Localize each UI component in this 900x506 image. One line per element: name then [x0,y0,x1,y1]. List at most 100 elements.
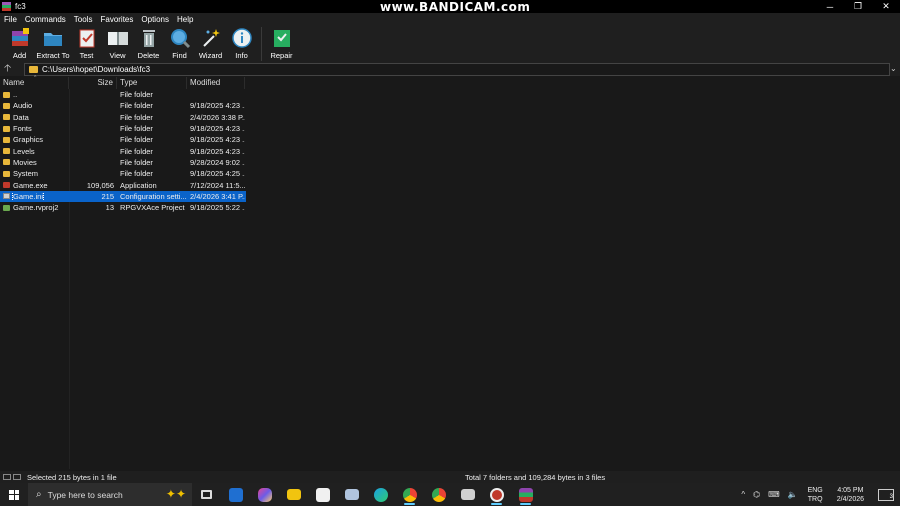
system-tray: ^ ⌬ ⌨ 🔈 ENG TRQ 4:05 PM 2/4/2026 3 [737,483,900,506]
file-name: Graphics [13,135,44,145]
add-archive-icon [11,28,29,46]
magnifier-icon [170,29,190,49]
up-arrow-icon[interactable]: 🡡 [4,64,18,75]
file-row[interactable]: System File folder 9/18/2025 4:25 ... [0,168,246,179]
chrome-button[interactable] [395,483,424,506]
taskbar-search[interactable]: ⌕ Type here to search ✦✦ [28,483,192,506]
find-button[interactable]: Find [164,25,195,62]
bandicam-button[interactable] [482,483,511,506]
column-size[interactable]: Size [69,77,117,89]
file-type: File folder [120,169,153,179]
start-button[interactable] [0,483,28,506]
file-modified: 2/4/2026 3:38 P... [190,112,245,122]
menu-file[interactable]: File [0,15,21,24]
file-row[interactable]: Graphics File folder 9/18/2025 4:23 ... [0,134,246,145]
file-row[interactable]: Movies File folder 9/28/2024 9:02 ... [0,157,246,168]
wizard-button[interactable]: Wizard [195,25,226,62]
file-type: File folder [120,90,153,100]
monitor-app-button[interactable] [337,483,366,506]
volume-icon[interactable]: 🔈 [788,490,798,499]
network-icon[interactable]: ⌬ [753,490,760,499]
exe-file-icon [3,182,10,189]
minimize-button[interactable]: ─ [816,0,844,13]
maximize-button[interactable]: ❐ [844,0,872,13]
mail-button[interactable] [221,483,250,506]
file-name: Game.ini [11,191,45,201]
file-size: 109,056 [86,180,114,190]
task-view-button[interactable] [192,483,221,506]
test-label: Test [79,51,94,60]
file-name: Game.rvproj2 [13,203,59,213]
monitor-app-icon [344,489,359,500]
chrome-button-2[interactable] [424,483,453,506]
task-view-icon [201,490,212,499]
file-row[interactable]: Game.ini 215 Configuration setti... 2/4/202… [0,190,246,202]
menu-options[interactable]: Options [137,15,173,24]
info-button[interactable]: Info [226,25,257,62]
view-button[interactable]: View [102,25,133,62]
search-icon: ⌕ [36,489,42,500]
ini-file-icon [3,193,10,200]
repair-button[interactable]: Repair [266,25,297,62]
edge-button[interactable] [366,483,395,506]
winrar-button[interactable] [511,483,540,506]
clock[interactable]: 4:05 PM 2/4/2026 [837,486,864,504]
file-type: Configuration setti... [120,191,187,201]
test-button[interactable]: Test [71,25,102,62]
file-name-cell: Fonts [0,124,69,133]
copilot-button[interactable] [250,483,279,506]
extract-to-button[interactable]: Extract To [35,25,71,62]
chevron-down-icon[interactable]: ⌄ [890,64,900,75]
file-row[interactable]: Data File folder 2/4/2026 3:38 P... [0,112,246,123]
menu-help[interactable]: Help [173,15,197,24]
file-name: Levels [13,146,35,156]
sort-arrow-icon: ^ [34,75,37,81]
title-bar: fc3 www.BANDICAM.com ─ ❐ ✕ [0,0,900,14]
chrome-icon [431,487,446,502]
folder-icon [3,159,10,166]
file-size: 215 [101,191,114,201]
lock-icon [13,474,21,480]
keyboard-icon[interactable]: ⌨ [768,490,780,499]
path-field[interactable]: C:\Users\hopet\Downloads\fc3 [24,63,890,76]
file-row[interactable]: Fonts File folder 9/18/2025 4:23 ... [0,123,246,134]
clock-date: 2/4/2026 [836,495,864,503]
file-row[interactable]: Game.exe 109,056 Application 7/12/2024 11:5… [0,179,246,190]
status-total: Total 7 folders and 109,284 bytes in 3 f… [465,472,606,482]
folder-icon [3,136,10,143]
file-row[interactable]: Game.rvproj2 13 RPGVXAce Project 9/18/2025 … [0,202,246,213]
project-file-icon [3,204,10,211]
menu-commands[interactable]: Commands [21,15,70,24]
menu-tools[interactable]: Tools [70,15,97,24]
search-highlight-icon: ✦✦ [165,487,186,501]
file-name-cell: Audio [0,101,69,110]
store-button[interactable] [308,483,337,506]
file-row[interactable]: Audio File folder 9/18/2025 4:23 ... [0,100,246,111]
file-row[interactable]: .. File folder [0,89,246,100]
file-type: Application [120,180,157,190]
menu-favorites[interactable]: Favorites [96,15,137,24]
file-name-cell: System [0,169,69,178]
mail-icon [228,487,243,502]
folder-icon [3,125,10,132]
info-icon [231,28,252,48]
file-row[interactable]: Levels File folder 9/18/2025 4:23 ... [0,145,246,156]
copilot-icon [257,487,272,502]
file-explorer-button[interactable] [279,483,308,506]
delete-button[interactable]: Delete [133,25,164,62]
close-button[interactable]: ✕ [872,0,900,13]
column-modified[interactable]: Modified [187,77,245,89]
path-text: C:\Users\hopet\Downloads\fc3 [42,65,151,74]
window-controls: ─ ❐ ✕ [816,0,900,13]
column-headers: Name Size Type Modified [0,77,900,89]
add-button[interactable]: Add [4,25,35,62]
file-name: Data [13,112,29,122]
file-name-cell: Levels [0,147,69,156]
notification-icon[interactable]: 3 [878,488,894,501]
file-name-cell: Game.ini [0,191,69,201]
language-indicator[interactable]: ENG TRQ [808,486,823,504]
column-type[interactable]: Type [117,77,187,89]
file-type: File folder [120,101,153,111]
tray-chevron-icon[interactable]: ^ [741,490,745,499]
winrar-file-button[interactable] [453,483,482,506]
